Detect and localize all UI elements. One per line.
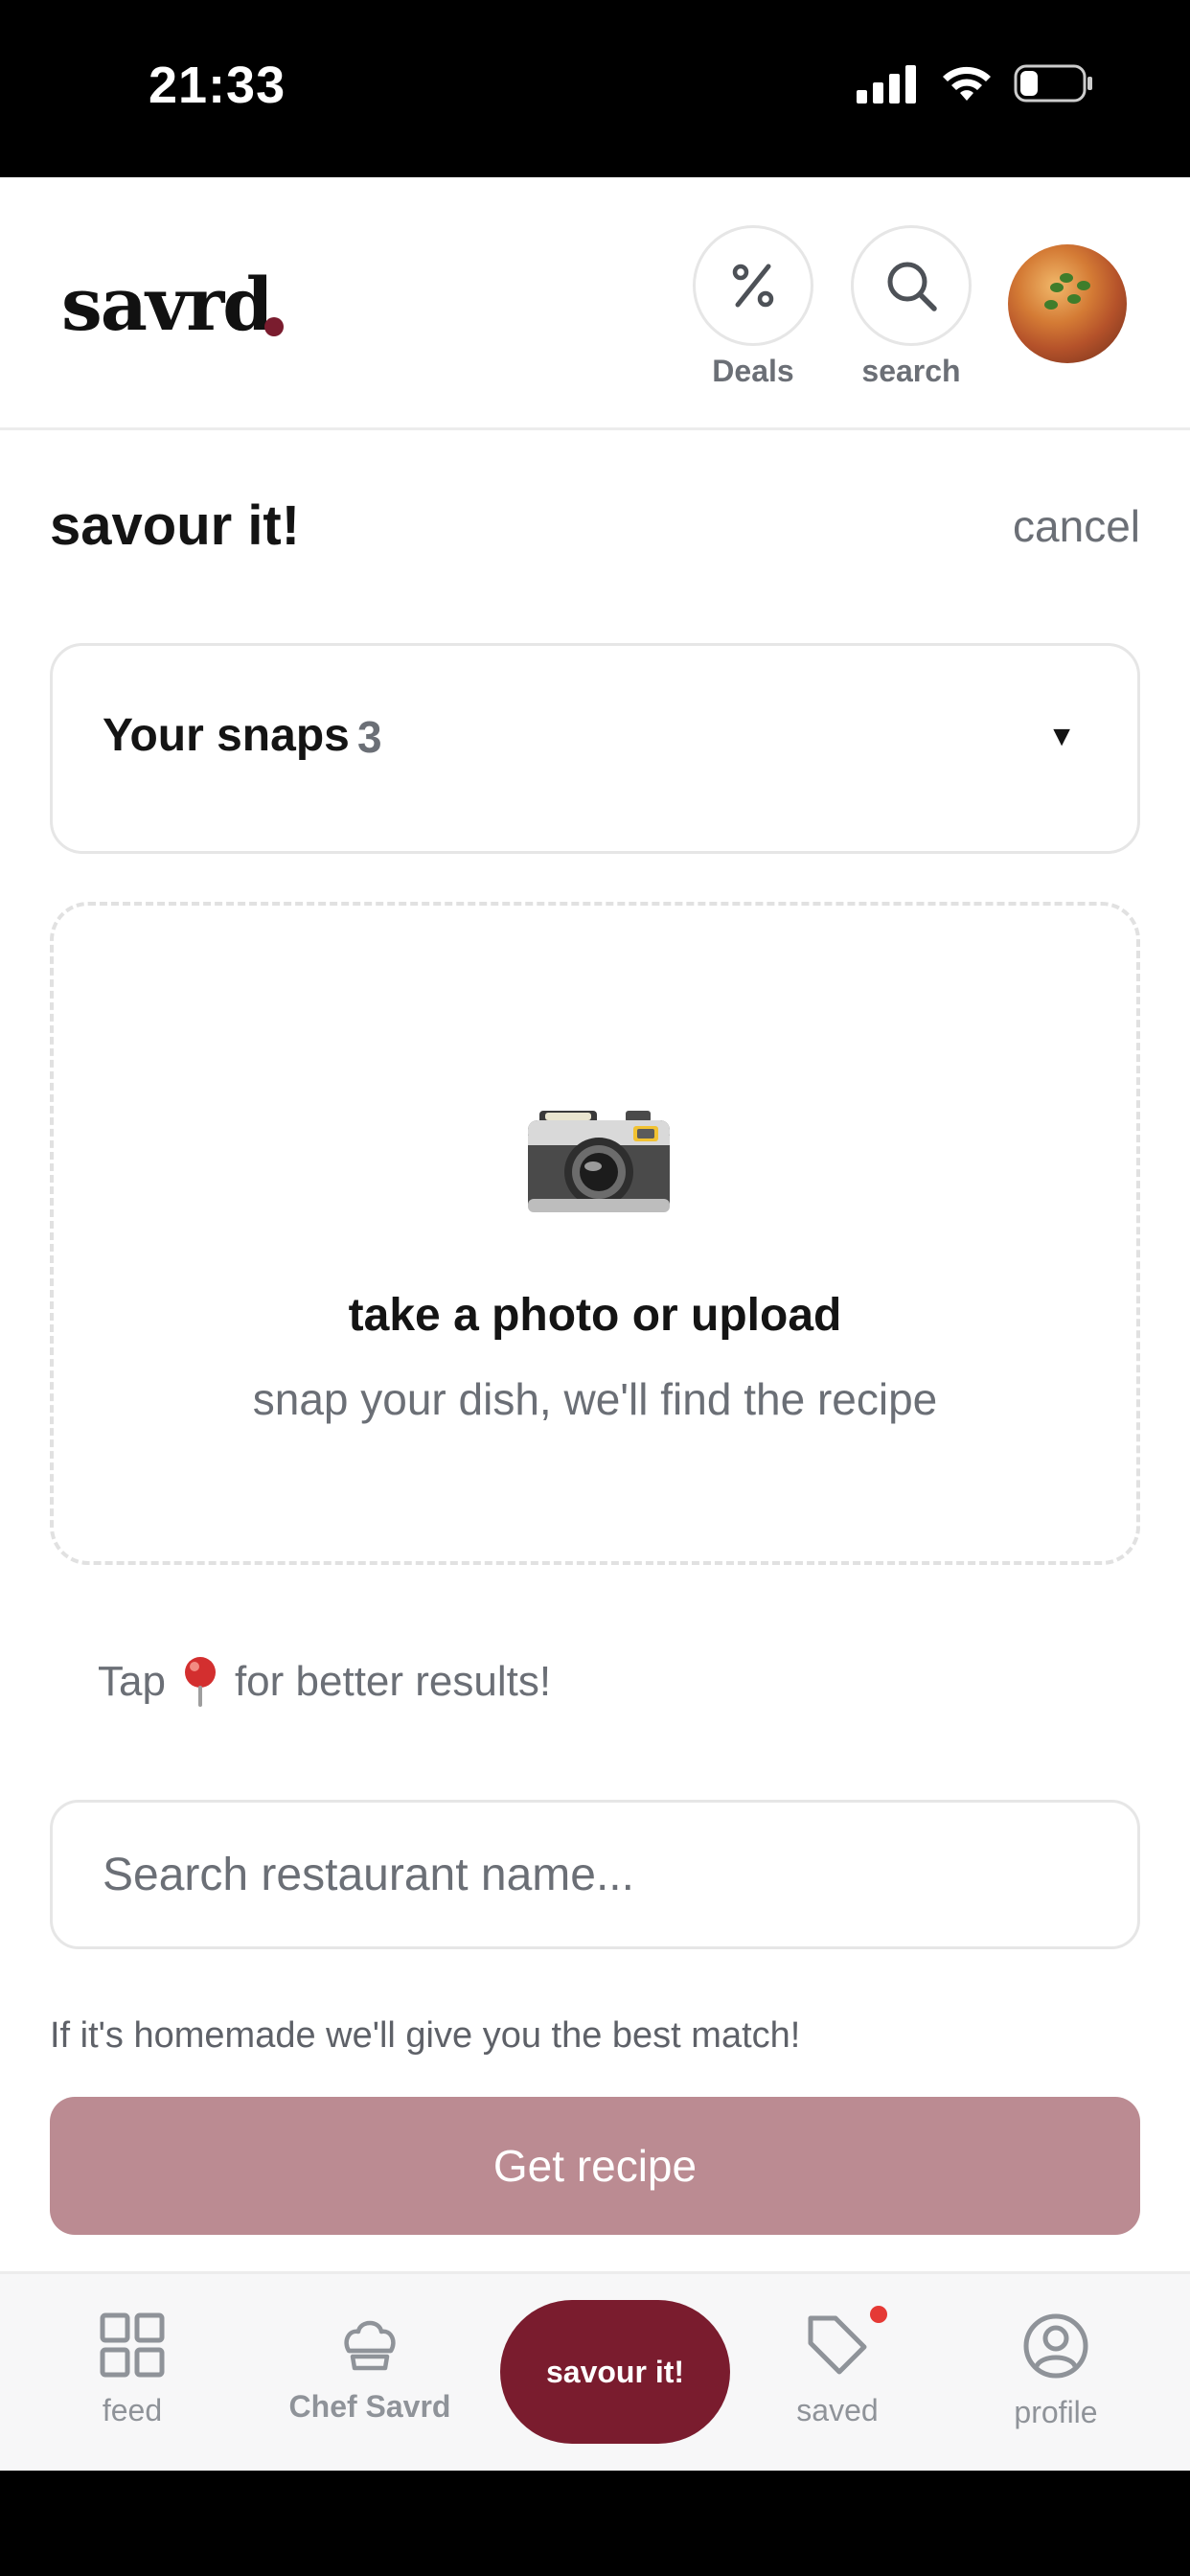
snaps-dropdown[interactable]: Your snaps 3 ▼ (50, 643, 1140, 854)
upload-title: take a photo or upload (348, 1290, 842, 1341)
page-title: savour it! (50, 494, 301, 557)
deals-icon-circle (693, 225, 813, 346)
nav-feed-label: feed (102, 2393, 163, 2427)
search-button[interactable]: search (851, 225, 972, 389)
nav-saved-label: saved (796, 2393, 879, 2427)
nav-feed[interactable]: feed (75, 2312, 190, 2428)
nav-chef-label: Chef Savrd (288, 2389, 451, 2424)
cancel-button[interactable]: cancel (1013, 500, 1140, 552)
tip-text-after: for better results! (234, 1658, 552, 1705)
notification-dot (870, 2306, 887, 2323)
profile-icon (1023, 2313, 1088, 2379)
chef-hat-icon (344, 2320, 396, 2371)
snaps-count: 3 (357, 712, 382, 762)
bottom-nav: feed Chef Savrd savour it! saved profile (0, 2271, 1190, 2471)
percent-icon (732, 264, 774, 308)
nav-profile[interactable]: profile (996, 2312, 1115, 2430)
battery-icon (1014, 64, 1092, 103)
search-icon-circle (851, 225, 972, 346)
grid-icon (100, 2312, 165, 2378)
status-time: 21:33 (149, 57, 286, 114)
search-label: search (861, 354, 961, 388)
deals-button[interactable]: Deals (693, 225, 813, 389)
logo-dot (264, 317, 284, 336)
restaurant-search-input[interactable] (50, 1800, 1140, 1949)
snaps-label: Your snaps (103, 710, 350, 761)
top-header: savrd Deals search (0, 177, 1190, 430)
photo-upload-area[interactable]: take a photo or upload snap your dish, w… (50, 902, 1140, 1565)
nav-profile-label: profile (1014, 2395, 1098, 2429)
search-icon (887, 262, 937, 311)
nav-chef-savrd[interactable]: Chef Savrd (284, 2312, 456, 2425)
status-icons (857, 63, 1094, 104)
deals-label: Deals (712, 354, 794, 388)
camera-icon (528, 1111, 670, 1212)
avatar[interactable] (1008, 244, 1127, 363)
upload-subtitle: snap your dish, we'll find the recipe (252, 1374, 938, 1424)
tip-text-before: Tap (98, 1658, 166, 1705)
homemade-note: If it's homemade we'll give you the best… (50, 2015, 801, 2056)
signal-icon (857, 65, 916, 104)
home-indicator-area (0, 2471, 1190, 2576)
app-screen: savrd Deals search savour it! cancel You… (0, 177, 1190, 2471)
tag-icon (808, 2315, 867, 2375)
pin-icon[interactable] (179, 1655, 221, 1709)
savrd-logo[interactable]: savrd (61, 262, 273, 347)
nav-saved[interactable]: saved (780, 2312, 895, 2428)
location-tip: Tap for better results! (98, 1655, 551, 1709)
savour-it-button[interactable]: savour it! (500, 2300, 730, 2444)
wifi-icon (943, 66, 991, 101)
status-bar: 21:33 (0, 0, 1190, 177)
get-recipe-button[interactable]: Get recipe (50, 2097, 1140, 2235)
caret-down-icon: ▼ (1047, 721, 1076, 752)
